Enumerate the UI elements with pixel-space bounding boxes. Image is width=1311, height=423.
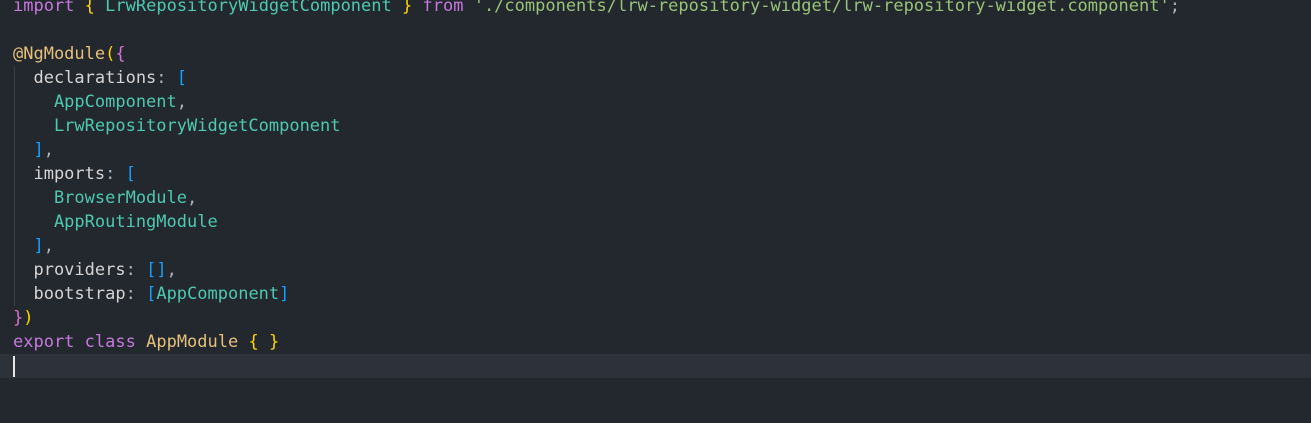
code-line[interactable]: ], [0,234,1311,258]
code-token: , [43,236,54,256]
code-token: } [13,308,24,328]
code-line[interactable] [0,354,1311,378]
code-token: [] [146,260,167,280]
code-line-text: import { LrwRepositoryWidgetComponent } … [13,0,1180,18]
code-token: export [13,332,75,352]
code-token: providers [13,260,126,280]
code-token: declarations [13,68,157,88]
code-line[interactable] [0,18,1311,42]
code-token: : [156,68,177,88]
code-line[interactable]: LrwRepositoryWidgetComponent [0,114,1311,138]
code-line-text: @NgModule({ [13,42,126,66]
code-line[interactable]: AppRoutingModule [0,210,1311,234]
code-line-text: imports: [ [13,162,136,186]
code-line-text: AppComponent, [13,90,187,114]
code-token: , [187,188,198,208]
code-token: : [125,260,147,280]
code-line[interactable]: BrowserModule, [0,186,1311,210]
code-line[interactable]: }) [0,306,1311,330]
code-token: } [268,332,280,352]
code-token: @NgModule [13,44,106,64]
code-token: AppComponent [156,284,280,304]
code-token: imports [13,164,106,184]
code-line-text: }) [13,306,34,330]
code-line-text: bootstrap: [AppComponent] [13,282,289,306]
code-token: LrwRepositoryWidgetComponent [13,116,341,136]
code-token: AppComponent [13,92,177,112]
code-token: ; [1169,0,1180,16]
code-token: [ [125,164,136,184]
code-editor[interactable]: import { LrwRepositoryWidgetComponent } … [0,0,1311,423]
code-line-text: AppRoutingModule [13,210,218,234]
code-line-text: ], [13,138,54,162]
code-token: AppRoutingModule [13,212,218,232]
code-line[interactable]: @NgModule({ [0,42,1311,66]
code-line[interactable]: ], [0,138,1311,162]
code-token: [ [146,284,157,304]
code-token: [ [176,68,188,88]
code-line[interactable]: providers: [], [0,258,1311,282]
code-line[interactable]: export class AppModule { } [0,330,1311,354]
code-token: , [176,92,188,112]
code-line[interactable]: declarations: [ [0,66,1311,90]
code-line-text: providers: [], [13,258,177,282]
code-line-text: export class AppModule { } [13,330,279,354]
indent-guide [14,66,15,306]
code-line[interactable]: imports: [ [0,162,1311,186]
code-token: ] [279,284,290,304]
code-token: LrwRepositoryWidgetComponent [105,0,392,16]
code-token: } [402,0,413,16]
code-line[interactable]: import { LrwRepositoryWidgetComponent } … [0,0,1311,18]
code-token: : [105,164,126,184]
code-token: { [115,44,126,64]
text-cursor [13,356,15,377]
code-token: ( [105,44,116,64]
code-line[interactable]: AppComponent, [0,90,1311,114]
code-token: , [43,140,54,160]
code-token: { [84,0,95,16]
code-token: : [125,284,147,304]
code-token: from [422,0,464,16]
code-line-text: LrwRepositoryWidgetComponent [13,114,341,138]
code-token: class [84,332,136,352]
code-token: ] [13,236,44,256]
code-token: ) [23,308,34,328]
code-token: AppModule [146,332,239,352]
code-token: BrowserModule [13,188,187,208]
code-token: ] [13,140,44,160]
code-line-text: ], [13,234,54,258]
code-line-text: BrowserModule, [13,186,197,210]
code-token: , [166,260,177,280]
code-token: import [13,0,75,16]
code-token: { [248,332,259,352]
code-token: bootstrap [13,284,126,304]
code-line-text: declarations: [ [13,66,187,90]
code-token: './components/lrw-repository-widget/lrw-… [473,0,1170,16]
code-line[interactable]: bootstrap: [AppComponent] [0,282,1311,306]
